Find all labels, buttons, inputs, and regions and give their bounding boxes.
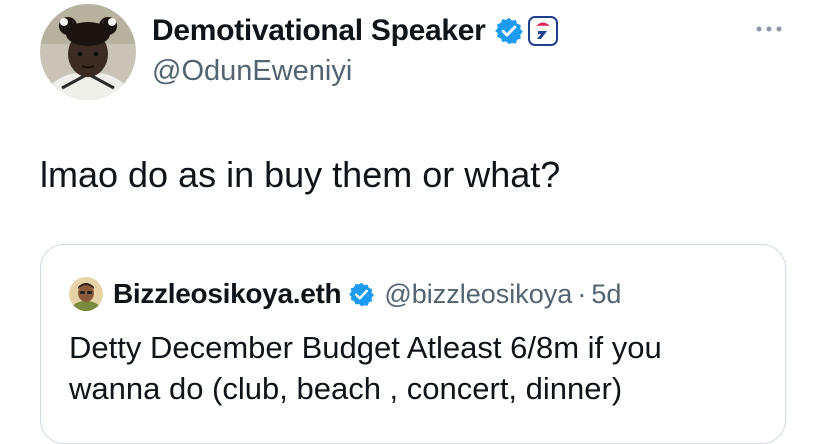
author-avatar[interactable] [40, 4, 136, 100]
more-options-icon[interactable] [752, 22, 786, 36]
tweet[interactable]: Demotivational Speaker @OdunEweniyi lmao… [0, 0, 828, 444]
quoted-tweet-text: Detty December Budget Atleast 6/8m if yo… [69, 327, 769, 409]
quoted-text-line: wanna do (club, beach , concert, dinner) [69, 371, 623, 406]
tweet-text: lmao do as in buy them or what? [40, 154, 561, 195]
author-handle[interactable]: @OdunEweniyi [152, 55, 352, 88]
quoted-verified-badge-icon[interactable] [348, 281, 375, 308]
quoted-text-line: Detty December Budget Atleast 6/8m if yo… [69, 330, 662, 365]
man-photo-avatar-icon [69, 277, 103, 311]
author-name[interactable]: Demotivational Speaker [152, 14, 486, 48]
separator-dot: · [577, 278, 587, 309]
quoted-author-avatar[interactable] [69, 277, 103, 311]
verified-badge-icon[interactable] [494, 16, 524, 46]
quoted-tweet-header: Bizzleosikoya.eth @bizzleosikoya · 5d [69, 277, 621, 311]
affiliate-badge-icon[interactable] [527, 16, 558, 46]
quoted-tweet-time[interactable]: 5d [591, 279, 621, 310]
author-name-row: Demotivational Speaker [152, 12, 558, 50]
child-photo-avatar-icon [40, 4, 136, 100]
quoted-tweet-card[interactable]: Bizzleosikoya.eth @bizzleosikoya · 5d De… [40, 244, 786, 444]
quoted-author-name[interactable]: Bizzleosikoya.eth [113, 278, 342, 310]
quoted-author-handle[interactable]: @bizzleosikoya [384, 279, 572, 310]
